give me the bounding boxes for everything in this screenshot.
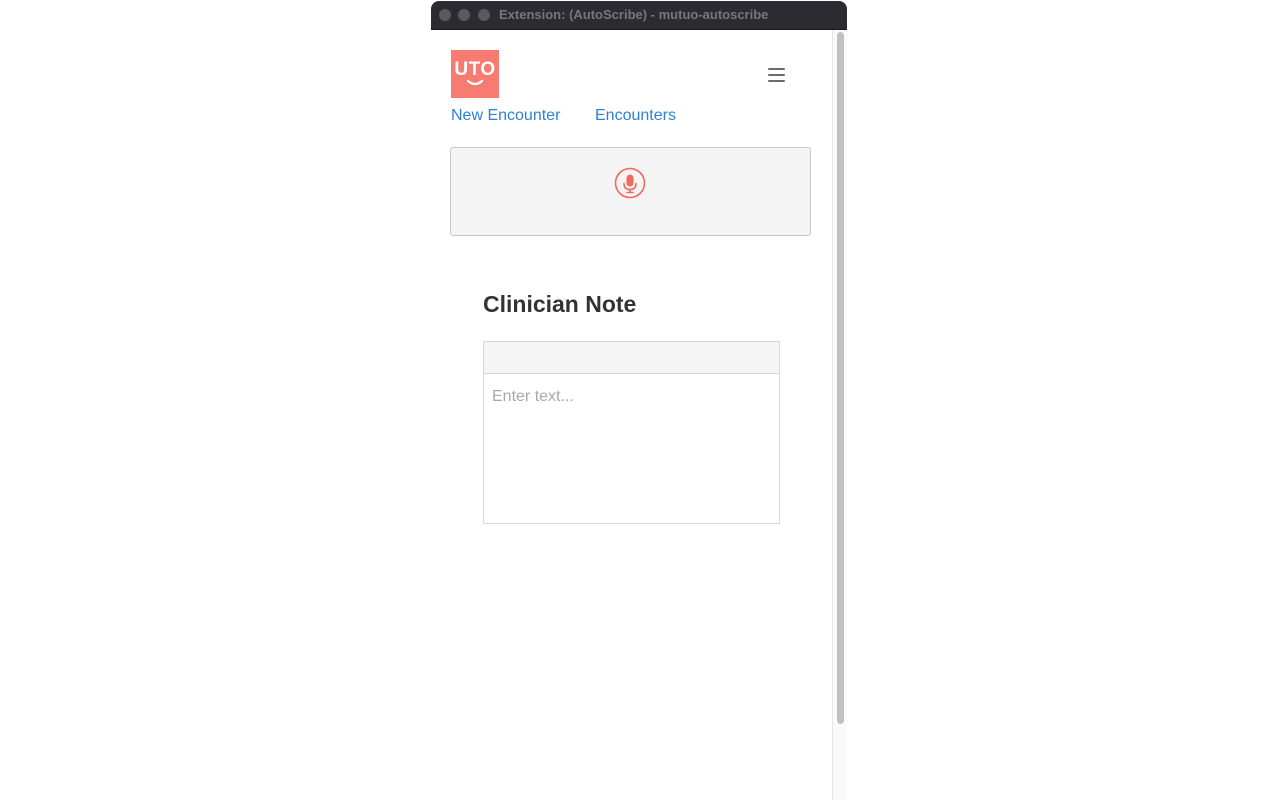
note-editor — [483, 341, 780, 524]
vertical-scrollbar[interactable] — [832, 30, 847, 800]
maximize-window-button[interactable] — [478, 9, 490, 21]
window-title: Extension: (AutoScribe) - mutuo-autoscri… — [499, 7, 769, 22]
record-button[interactable] — [614, 167, 646, 199]
editor-toolbar[interactable] — [484, 342, 779, 374]
extension-window: Extension: (AutoScribe) - mutuo-autoscri… — [431, 1, 847, 800]
nav-new-encounter-link[interactable]: New Encounter — [451, 107, 560, 125]
nav-encounters-link[interactable]: Encounters — [595, 107, 676, 125]
hamburger-menu-icon[interactable] — [768, 68, 786, 82]
close-window-button[interactable] — [439, 9, 451, 21]
minimize-window-button[interactable] — [458, 9, 470, 21]
microphone-icon — [614, 167, 646, 199]
extension-content: UTO New Encounter Encounters Clinician N… — [431, 30, 832, 800]
clinician-note-title: Clinician Note — [483, 291, 637, 317]
recorder-panel — [450, 147, 811, 236]
app-logo: UTO — [451, 50, 499, 98]
note-text-input[interactable] — [484, 374, 779, 523]
title-bar[interactable]: Extension: (AutoScribe) - mutuo-autoscri… — [431, 1, 847, 29]
smile-icon — [466, 79, 484, 86]
scrollbar-thumb[interactable] — [837, 32, 844, 724]
